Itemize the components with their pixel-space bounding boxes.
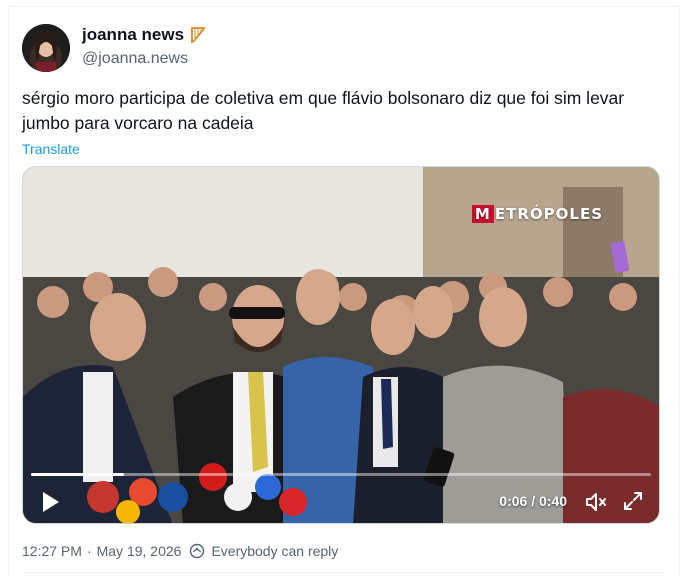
harp-icon: [188, 25, 208, 45]
play-icon: [43, 492, 59, 512]
video-player[interactable]: M ETRÓPOLES 0:06 / 0:40: [22, 166, 660, 524]
watermark-badge: M: [471, 205, 494, 223]
meta-separator: ·: [86, 543, 92, 559]
volume-muted-icon: [586, 493, 606, 511]
video-watermark: M ETRÓPOLES: [471, 205, 603, 223]
watermark-text: ETRÓPOLES: [494, 205, 603, 223]
video-progress-bar[interactable]: [31, 473, 651, 476]
tweet-meta: 12:27 PM · May 19, 2026 Everybody can re…: [22, 543, 338, 559]
translate-link[interactable]: Translate: [22, 141, 80, 157]
video-progress-fill: [31, 473, 124, 476]
display-name[interactable]: joanna news: [82, 25, 184, 45]
avatar[interactable]: [22, 24, 70, 72]
author-handle[interactable]: @joanna.news: [82, 50, 188, 68]
video-time: 0:06 / 0:40: [499, 493, 567, 509]
expand-icon: [624, 492, 642, 510]
avatar-image: [22, 24, 70, 72]
volume-button[interactable]: [583, 489, 609, 515]
reply-setting-text[interactable]: Everybody can reply: [211, 543, 338, 559]
reply-settings-icon: [189, 543, 205, 559]
author-name-row: joanna news: [82, 25, 208, 45]
tweet-date[interactable]: May 19, 2026: [97, 543, 182, 559]
tweet-time[interactable]: 12:27 PM: [22, 543, 82, 559]
tweet-text: sérgio moro participa de coletiva em que…: [22, 88, 625, 133]
play-button[interactable]: [37, 489, 63, 515]
divider: [22, 572, 666, 573]
fullscreen-button[interactable]: [621, 489, 645, 513]
